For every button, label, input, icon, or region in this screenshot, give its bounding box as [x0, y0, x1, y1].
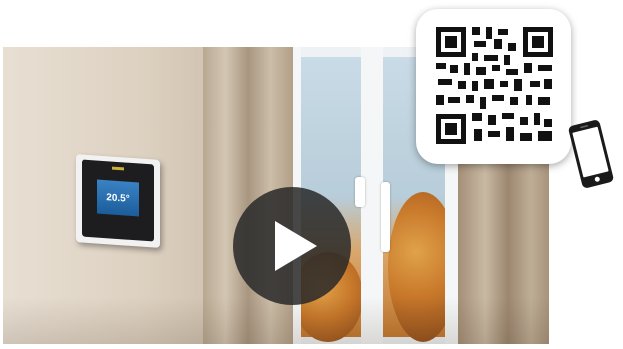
window-handle: [381, 182, 390, 252]
play-icon: [275, 221, 317, 271]
play-button[interactable]: [233, 187, 351, 305]
thermostat-screen: 20.5°: [97, 179, 139, 217]
smartphone-icon: [568, 120, 614, 188]
thermostat-temperature: 20.5°: [106, 191, 130, 205]
qr-card[interactable]: [416, 9, 571, 164]
thermostat-device: 20.5°: [76, 154, 160, 248]
qr-code-icon: [434, 25, 555, 146]
floor-shadow: [3, 297, 549, 344]
window-handle: [355, 177, 365, 207]
